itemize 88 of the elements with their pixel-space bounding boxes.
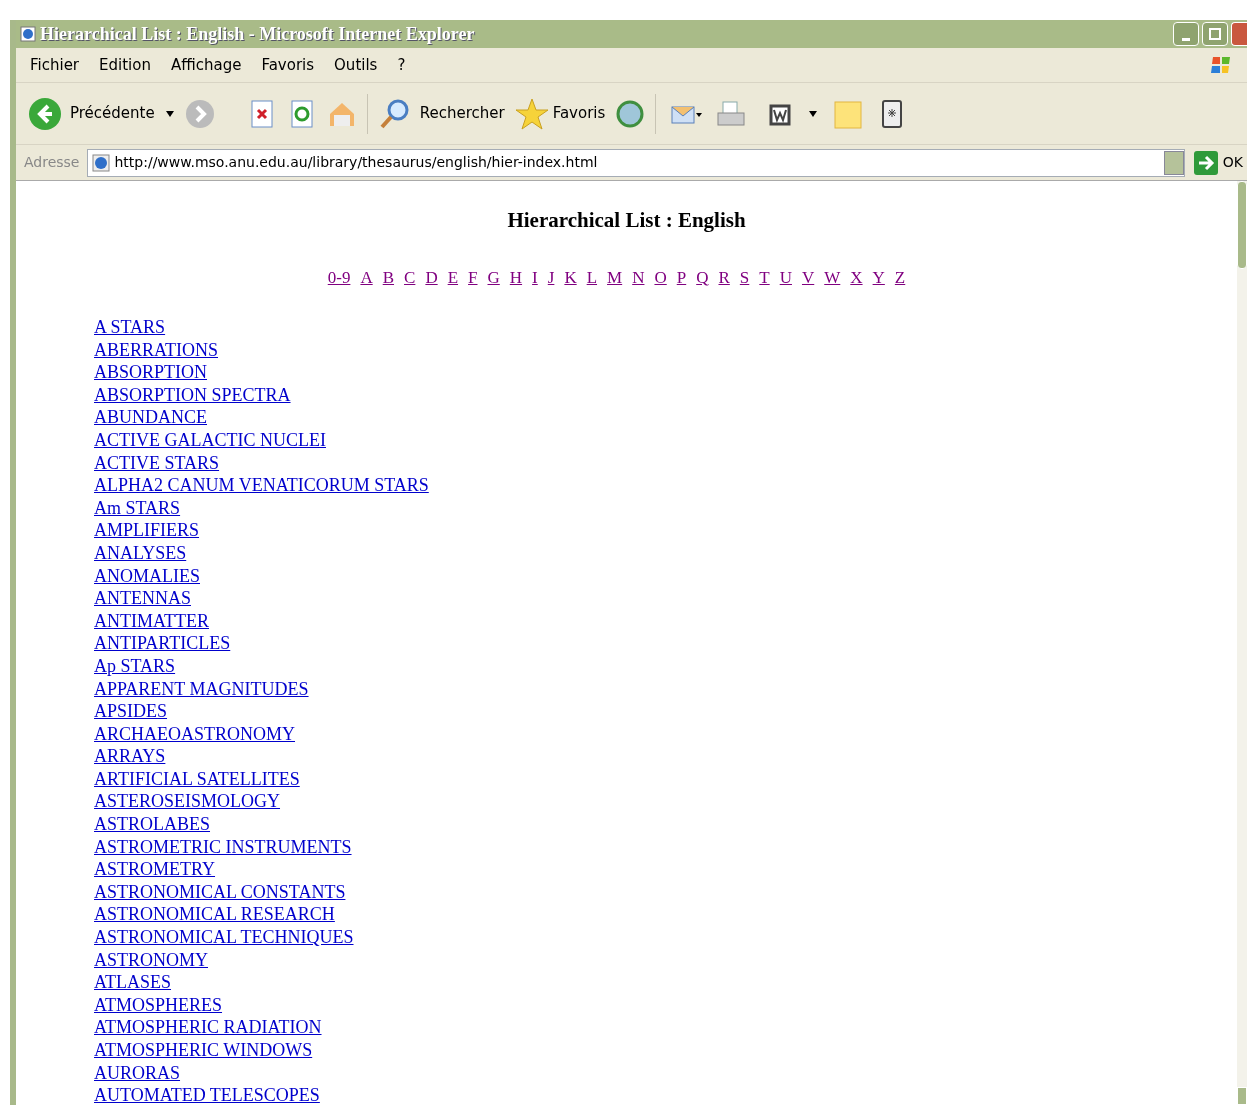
term-link[interactable]: ABSORPTION SPECTRA — [94, 383, 291, 407]
term-link[interactable]: ATMOSPHERES — [94, 993, 223, 1017]
letter-link[interactable]: A — [360, 264, 373, 290]
forward-icon[interactable] — [184, 98, 215, 129]
letter-link[interactable]: 0-9 — [327, 264, 351, 290]
go-button[interactable]: OK — [1192, 149, 1247, 176]
url-text: http://www.mso.anu.edu.au/library/thesaurus/english/hier-index.html — [114, 153, 598, 172]
term-link[interactable]: APPARENT MAGNITUDES — [94, 677, 309, 701]
window-title: Hierarchical List : English - Microsoft Internet Explorer — [40, 22, 475, 46]
letter-link[interactable]: T — [759, 264, 770, 290]
letter-link[interactable]: W — [824, 264, 841, 290]
term-link[interactable]: ASTROMETRY — [94, 858, 216, 881]
term-link[interactable]: ASTEROSEISMOLOGY — [94, 790, 280, 814]
letter-link[interactable]: F — [468, 264, 478, 290]
term-link[interactable]: ASTRONOMICAL RESEARCH — [94, 903, 335, 927]
term-link[interactable]: ANOMALIES — [94, 564, 200, 588]
caret-icon[interactable] — [808, 109, 819, 118]
letter-link[interactable]: B — [382, 264, 395, 290]
letter-link[interactable]: G — [487, 264, 500, 290]
menu-item[interactable]: Edition — [99, 53, 151, 77]
scrollbar[interactable] — [1237, 181, 1247, 1105]
term-link[interactable]: AURORAS — [94, 1061, 181, 1085]
term-link[interactable]: ANALYSES — [94, 541, 187, 565]
close-button[interactable] — [1231, 22, 1247, 46]
term-link[interactable]: ABUNDANCE — [94, 406, 207, 429]
term-link[interactable]: ASTROLABES — [94, 813, 210, 836]
letter-link[interactable]: N — [632, 264, 645, 290]
term-link[interactable]: ASTRONOMICAL TECHNIQUES — [94, 926, 354, 949]
menu-item[interactable]: Fichier — [30, 53, 80, 77]
page-heading: Hierarchical List : English — [506, 207, 747, 234]
letter-link[interactable]: Z — [894, 264, 906, 290]
letter-link[interactable]: Y — [872, 264, 885, 290]
maximize-button[interactable] — [1202, 22, 1228, 46]
letter-link[interactable]: K — [564, 264, 577, 290]
term-link[interactable]: ASTRONOMY — [94, 948, 208, 972]
term-link[interactable]: Am STARS — [94, 496, 181, 520]
term-link[interactable]: ACTIVE GALACTIC NUCLEI — [94, 428, 326, 452]
term-link[interactable]: AUTOMATED TELESCOPES — [94, 1084, 320, 1105]
page-icon — [92, 153, 111, 172]
term-link[interactable]: ABSORPTION — [94, 361, 208, 384]
term-link[interactable]: ALPHA2 CANUM VENATICORUM STARS — [94, 474, 429, 497]
term-link[interactable]: ATLASES — [94, 971, 171, 994]
term-link[interactable]: ANTIMATTER — [94, 609, 209, 633]
term-link[interactable]: ASTRONOMICAL CONSTANTS — [94, 880, 346, 904]
term-link[interactable]: A STARS — [94, 316, 166, 339]
letter-link[interactable]: S — [739, 264, 750, 290]
letter-link[interactable]: O — [654, 264, 667, 290]
letter-link[interactable]: M — [607, 264, 623, 290]
caret-icon[interactable] — [164, 109, 175, 118]
term-link[interactable]: ARTIFICIAL SATELLITES — [94, 767, 300, 791]
term-link[interactable]: AMPLIFIERS — [94, 519, 200, 542]
menu-item[interactable]: Outils — [334, 53, 378, 77]
address-field[interactable]: http://www.mso.anu.edu.au/library/thesaurus/english/hier-index.html — [87, 148, 1185, 177]
term-link[interactable]: ATMOSPHERIC WINDOWS — [94, 1039, 313, 1062]
letter-link[interactable]: U — [779, 264, 792, 290]
favorites-button[interactable]: Favoris — [514, 96, 606, 131]
search-button[interactable]: Rechercher — [377, 96, 505, 131]
term-link[interactable]: Ap STARS — [94, 654, 176, 678]
term-link[interactable]: ATMOSPHERIC RADIATION — [94, 1016, 322, 1039]
letter-link[interactable]: E — [447, 264, 459, 290]
term-link[interactable]: ARRAYS — [94, 745, 166, 768]
browser-icon — [20, 26, 36, 42]
letter-link[interactable]: I — [532, 264, 538, 290]
star-icon — [514, 96, 549, 131]
term-link[interactable]: ANTENNAS — [94, 587, 191, 610]
menu-item[interactable]: ? — [397, 53, 406, 77]
letter-link[interactable]: H — [509, 264, 523, 290]
minimize-button[interactable] — [1173, 22, 1199, 46]
term-link[interactable]: ABERRATIONS — [94, 338, 218, 362]
back-button[interactable]: Précédente — [28, 96, 155, 131]
dropdown-icon[interactable] — [1163, 150, 1184, 175]
letter-link[interactable]: P — [676, 264, 687, 290]
term-link[interactable]: ARCHAEOASTRONOMY — [94, 722, 295, 746]
letter-link[interactable]: X — [850, 264, 863, 290]
term-link[interactable]: APSIDES — [94, 700, 168, 723]
letter-link[interactable]: J — [547, 264, 555, 290]
term-link[interactable]: ASTROMETRIC INSTRUMENTS — [94, 835, 352, 859]
letter-link[interactable]: L — [586, 264, 598, 290]
letter-link[interactable]: C — [404, 264, 416, 290]
letter-link[interactable]: D — [425, 264, 438, 290]
menu-item[interactable]: Affichage — [170, 53, 242, 77]
term-link[interactable]: ANTIPARTICLES — [94, 632, 231, 655]
menu-item[interactable]: Favoris — [261, 53, 315, 77]
letter-link[interactable]: V — [801, 264, 815, 290]
letter-link[interactable]: Q — [696, 264, 709, 290]
address-label: Adresse — [24, 153, 80, 172]
letter-link[interactable]: R — [718, 264, 730, 290]
term-link[interactable]: ACTIVE STARS — [94, 451, 220, 475]
